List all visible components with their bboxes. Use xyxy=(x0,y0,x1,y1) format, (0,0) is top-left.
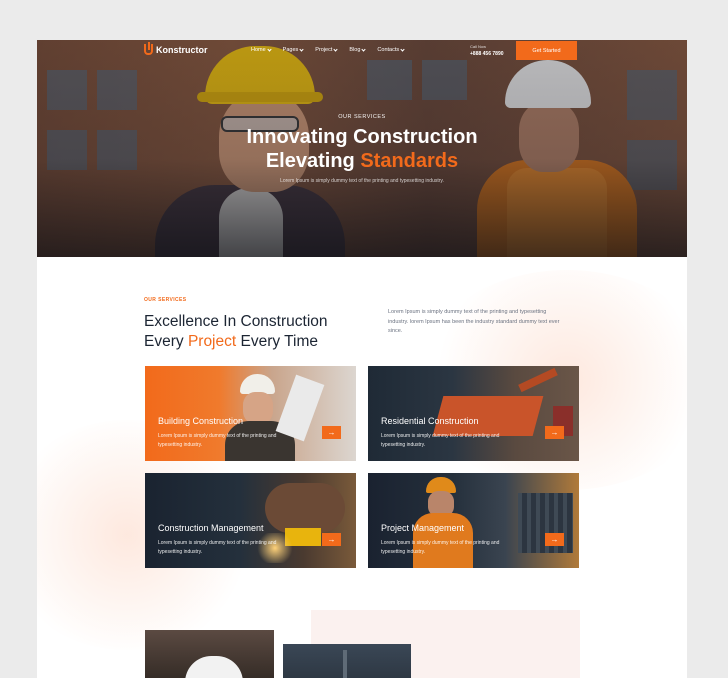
nav-menu: Home Pages Project Blog Contacts xyxy=(251,46,405,53)
logo-icon xyxy=(144,42,153,55)
services-description: Lorem Ipsum is simply dummy text of the … xyxy=(388,309,560,334)
about-image-worker xyxy=(145,630,274,678)
hard-hat-white xyxy=(185,656,243,678)
worker-face xyxy=(243,392,273,424)
hero-section: Konstructor Home Pages Project Blog Cont… xyxy=(37,40,687,257)
hands-image xyxy=(265,483,345,533)
services-title-post: Every Time xyxy=(240,333,319,350)
logo[interactable]: Konstructor xyxy=(144,42,208,55)
nav-item-blog[interactable]: Blog xyxy=(349,46,367,53)
chevron-down-icon xyxy=(299,46,304,52)
arrow-right-icon[interactable]: → xyxy=(322,426,341,439)
service-card-text: Lorem Ipsum is simply dummy text of the … xyxy=(158,433,277,448)
hero-title-line2: Elevating Standards xyxy=(37,149,687,173)
service-card-title: Construction Management xyxy=(158,523,264,533)
hero-eyebrow: OUR SERVICES xyxy=(338,114,386,120)
hero-title-line1: Innovating Construction xyxy=(246,126,478,148)
service-card-title: Project Management xyxy=(381,523,465,533)
arrow-right-icon[interactable]: → xyxy=(322,533,341,546)
arrow-right-icon[interactable]: → xyxy=(545,426,564,439)
call-info[interactable]: Call Now +888 456 7890 xyxy=(470,44,504,57)
about-image-site xyxy=(283,644,411,678)
services-title: Excellence In Construction Every Project… xyxy=(144,312,328,352)
service-card-text: Lorem Ipsum is simply dummy text of the … xyxy=(381,540,500,555)
service-card-text: Lorem Ipsum is simply dummy text of the … xyxy=(381,433,500,448)
service-card-text: Lorem Ipsum is simply dummy text of the … xyxy=(158,540,277,555)
nav-item-label: Pages xyxy=(282,47,299,53)
service-card-residential-construction[interactable]: Residential Construction Lorem Ipsum is … xyxy=(368,366,579,461)
hero-title-accent: Standards xyxy=(360,150,459,172)
nav-item-label: Blog xyxy=(349,47,361,53)
chevron-down-icon xyxy=(361,46,367,52)
get-started-button[interactable]: Get Started xyxy=(516,41,577,60)
chevron-down-icon xyxy=(400,46,405,52)
services-title-accent: Project xyxy=(187,333,237,350)
nav-item-label: Contacts xyxy=(377,47,400,53)
hero-title-plain: Elevating xyxy=(265,150,355,172)
main-nav: Konstructor Home Pages Project Blog Cont… xyxy=(37,40,687,64)
logo-text: Konstructor xyxy=(156,44,208,55)
arrow-right-icon[interactable]: → xyxy=(545,533,564,546)
nav-item-label: Home xyxy=(251,47,266,53)
chevron-down-icon xyxy=(333,46,339,52)
nav-item-project[interactable]: Project xyxy=(315,46,339,53)
services-title-line1: Excellence In Construction xyxy=(144,313,328,330)
hero-subtitle: Lorem Ipsum is simply dummy text of the … xyxy=(280,178,444,184)
hero-content: OUR SERVICES Innovating Construction Ele… xyxy=(37,114,687,184)
services-eyebrow: OUR SERVICES xyxy=(144,297,187,303)
nav-item-pages[interactable]: Pages xyxy=(282,46,304,53)
service-card-title: Building Construction xyxy=(158,416,244,426)
service-card-construction-management[interactable]: Construction Management Lorem Ipsum is s… xyxy=(145,473,356,568)
chevron-down-icon xyxy=(267,46,272,52)
nav-item-home[interactable]: Home xyxy=(251,46,272,53)
hero-title: Innovating Construction Elevating Standa… xyxy=(37,125,687,173)
nav-item-label: Project xyxy=(315,47,333,53)
nav-item-contacts[interactable]: Contacts xyxy=(377,46,405,53)
service-card-title: Residential Construction xyxy=(381,416,479,426)
service-card-building-construction[interactable]: Building Construction Lorem Ipsum is sim… xyxy=(145,366,356,461)
call-label: Call Now xyxy=(470,44,487,49)
call-number: +888 456 7890 xyxy=(470,51,504,57)
service-card-project-management[interactable]: Project Management Lorem Ipsum is simply… xyxy=(368,473,579,568)
crane-image xyxy=(343,650,347,678)
page: Konstructor Home Pages Project Blog Cont… xyxy=(37,40,687,678)
services-title-pre: Every xyxy=(144,333,184,350)
